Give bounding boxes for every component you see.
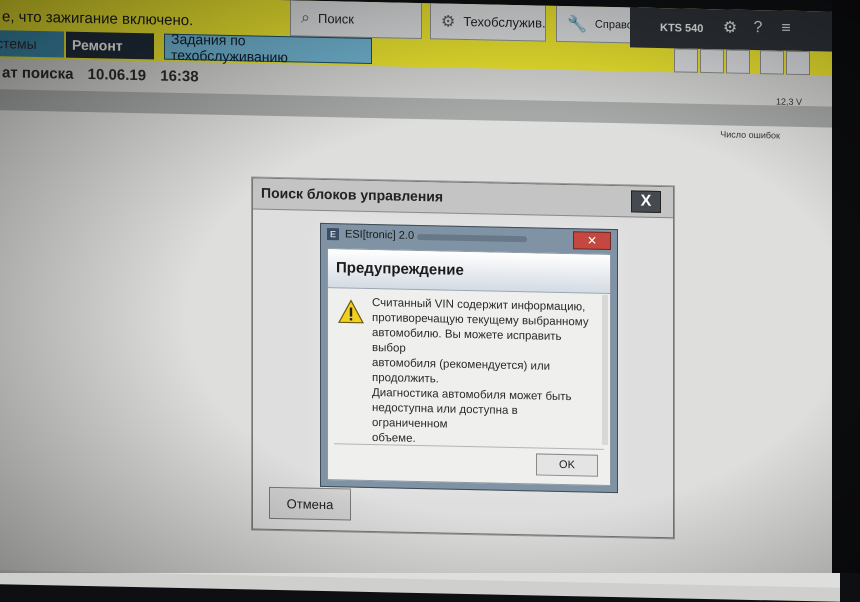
service-button-label: Техобслужив. — [463, 13, 546, 31]
monitor-screen: е, что зажигание включено. ⌕ Поиск ⚙ Тех… — [0, 0, 840, 602]
search-date: 10.06.19 — [87, 66, 147, 85]
warning-message: Считанный VIN содержит информацию, проти… — [372, 296, 596, 451]
dialog-title: Поиск блоков управления — [261, 184, 444, 205]
blurred-title-text — [417, 233, 527, 243]
tab-service-tasks-label: Задания по техобслуживанию — [171, 30, 288, 66]
device-name: KTS 540 — [660, 22, 704, 35]
error-count-header: Число ошибок — [720, 129, 780, 141]
warning-dialog: E ESI[tronic] 2.0 ✕ Предупреждение Счита… — [320, 222, 618, 494]
warning-line: автомобилю. Вы можете исправить выбор — [372, 327, 562, 355]
tab-systems[interactable]: стемы — [0, 30, 64, 58]
menu-icon[interactable]: ≡ — [774, 16, 798, 41]
cancel-button[interactable]: Отмена — [269, 486, 351, 521]
tab-service-tasks[interactable]: Задания по техобслуживанию — [164, 30, 372, 66]
warning-header: Предупреждение — [328, 249, 610, 294]
service-button[interactable]: ⚙ Техобслужив. — [430, 3, 546, 42]
search-time: 16:38 — [160, 67, 199, 86]
close-icon[interactable]: ✕ — [573, 231, 611, 251]
help-icon[interactable]: ? — [746, 16, 770, 41]
warning-heading: Предупреждение — [336, 259, 464, 279]
close-button[interactable]: X — [631, 190, 661, 214]
search-date-label: ат поиска — [2, 64, 74, 83]
warning-line: недоступна или доступна в ограниченном — [372, 402, 518, 431]
ok-button[interactable]: OK — [536, 453, 598, 477]
tab-systems-label: стемы — [0, 35, 37, 52]
gear-icon[interactable]: ⚙ — [718, 15, 742, 40]
warning-icon — [338, 299, 364, 324]
search-button-label: Поиск — [317, 10, 354, 27]
tab-repair-label: Ремонт — [72, 36, 123, 54]
monitor-bezel — [832, 0, 860, 573]
dialog-titlebar: Поиск блоков управления X — [253, 178, 673, 219]
wrench-icon: 🔧 — [567, 15, 587, 34]
search-icon: ⌕ — [301, 9, 310, 27]
gear-icon: ⚙ — [441, 12, 456, 31]
app-logo-icon: E — [327, 228, 339, 241]
search-date-row: ат поиска 10.06.19 16:38 — [2, 64, 209, 85]
warning-body: Предупреждение Считанный VIN содержит ин… — [327, 248, 611, 487]
app-title: ESI[tronic] 2.0 — [345, 228, 415, 242]
voltage-readout: 12,3 V — [775, 96, 802, 108]
scrollbar[interactable] — [602, 294, 608, 445]
tab-repair[interactable]: Ремонт — [66, 31, 154, 60]
